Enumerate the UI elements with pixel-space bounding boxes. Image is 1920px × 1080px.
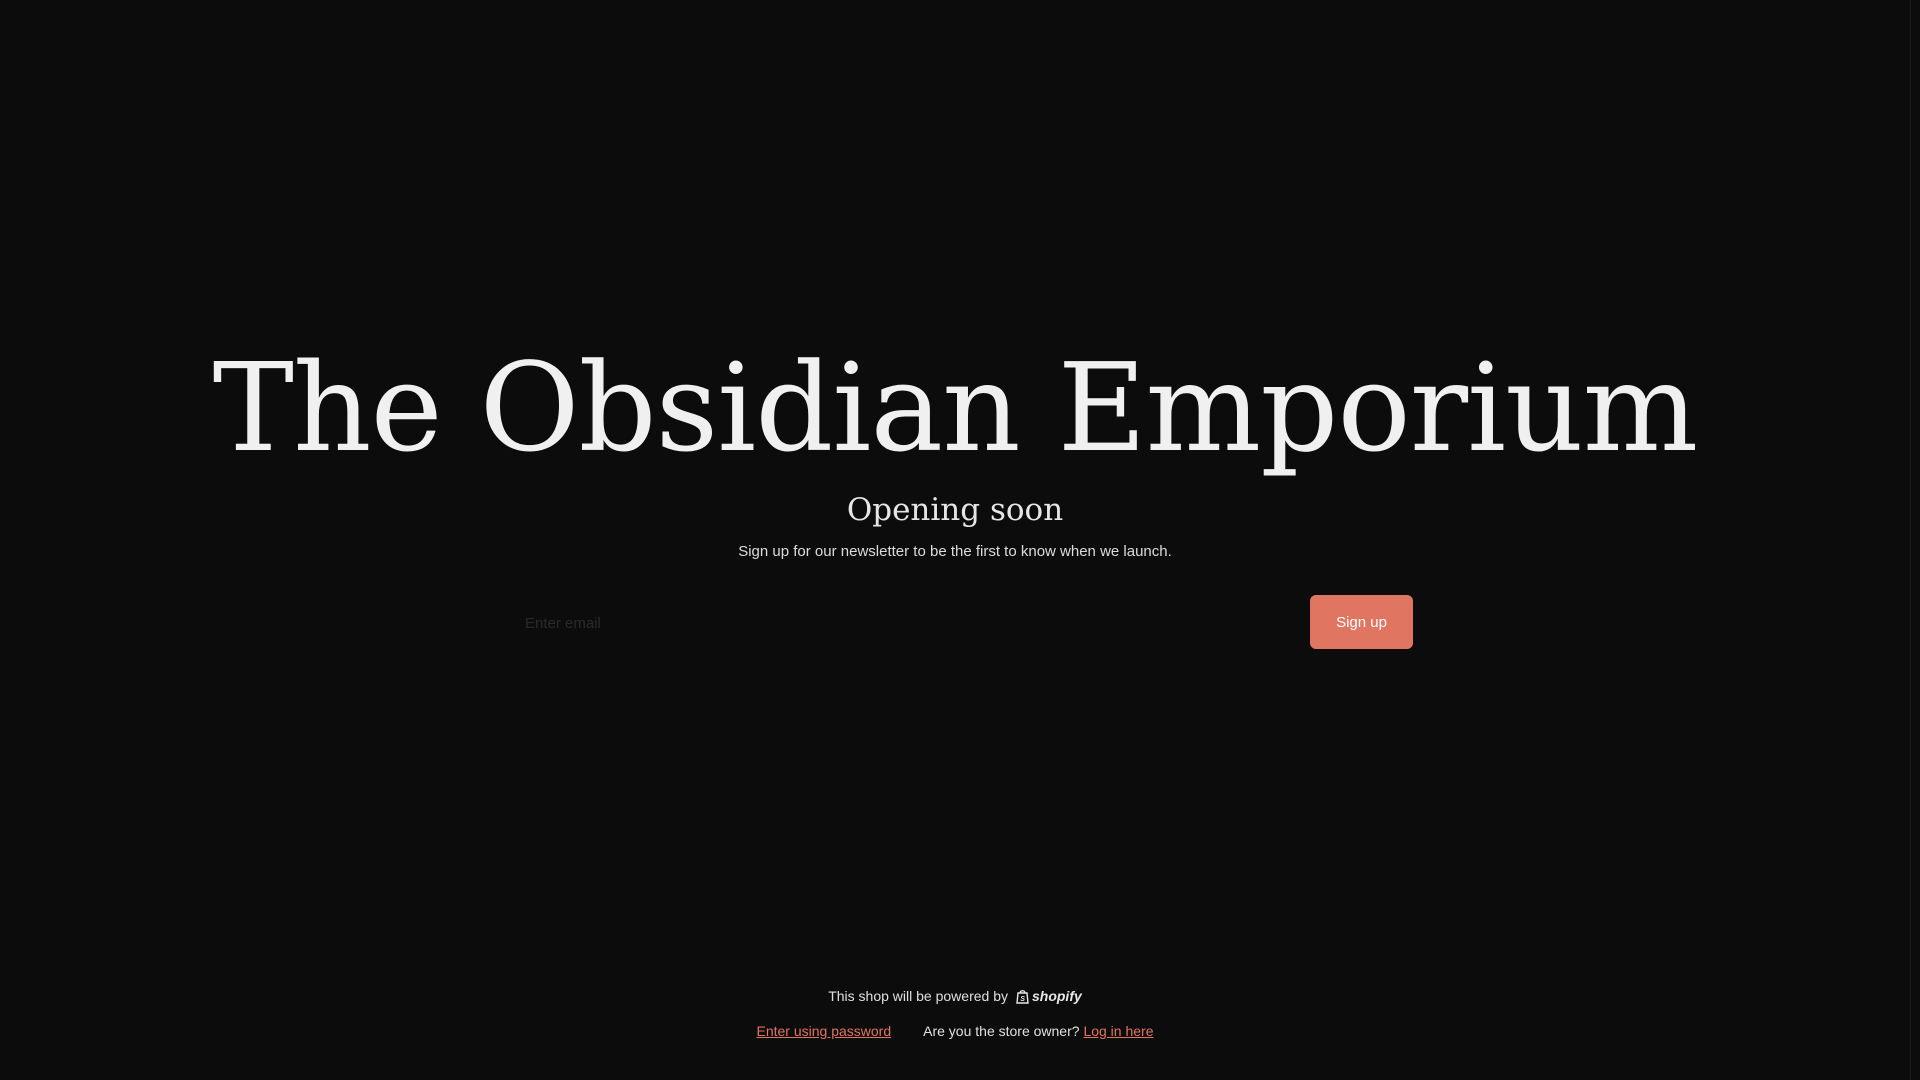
enter-password-link[interactable]: Enter using password (756, 1023, 891, 1039)
powered-by-text: This shop will be powered by (828, 988, 1008, 1004)
opening-soon-heading: Opening soon (846, 492, 1064, 528)
powered-by-line: This shop will be powered by S shopify (828, 985, 1082, 1007)
email-input[interactable] (505, 599, 1295, 647)
sign-up-button[interactable]: Sign up (1310, 595, 1413, 649)
hero: The Obsidian Emporium Opening soon Sign … (0, 338, 1910, 562)
footer: This shop will be powered by S shopify E… (0, 985, 1910, 1039)
owner-line: Are you the store owner? Log in here (923, 1023, 1153, 1039)
scrollbar[interactable] (1910, 0, 1920, 1080)
footer-links: Enter using password Are you the store o… (0, 1023, 1910, 1039)
owner-question: Are you the store owner? (923, 1023, 1080, 1039)
svg-text:S: S (1020, 996, 1025, 1003)
log-in-link[interactable]: Log in here (1083, 1023, 1153, 1039)
store-title: The Obsidian Emporium (212, 337, 1699, 479)
newsletter-form: Sign up (505, 595, 1413, 649)
password-page: The Obsidian Emporium Opening soon Sign … (0, 0, 1910, 1080)
shopify-logo-text: shopify (1031, 988, 1082, 1004)
shopify-bag-icon: S (1016, 989, 1029, 1004)
shopify-logo[interactable]: S shopify (1016, 988, 1082, 1004)
newsletter-tagline: Sign up for our newsletter to be the fir… (738, 543, 1172, 560)
